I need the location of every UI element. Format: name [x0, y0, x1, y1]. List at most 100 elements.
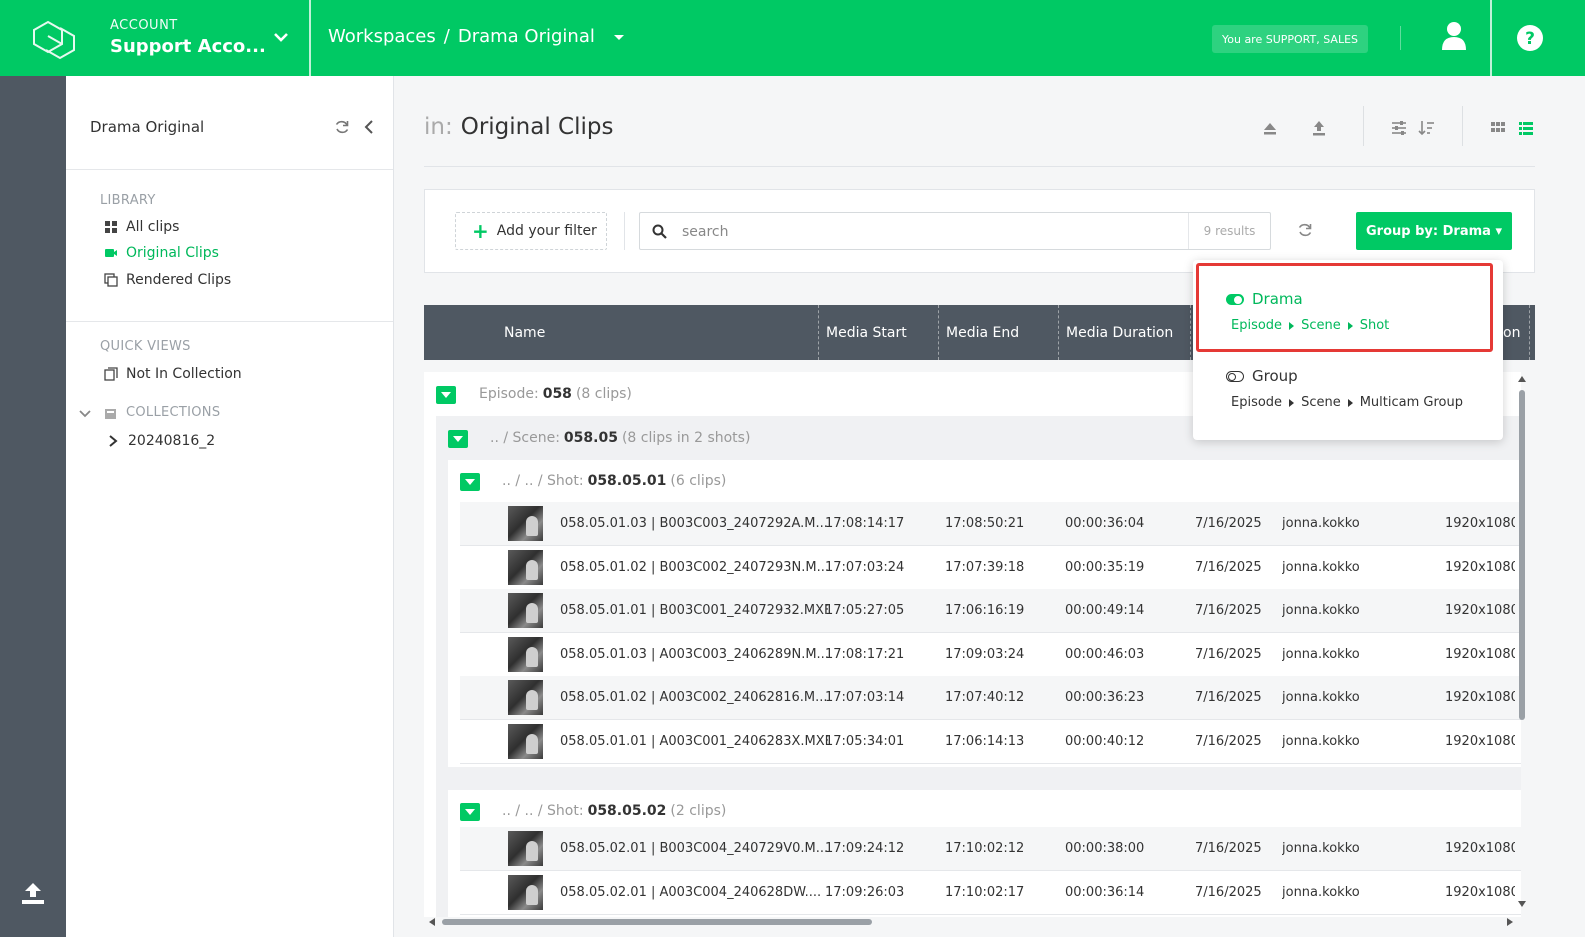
- sort-icon[interactable]: [1418, 119, 1436, 137]
- scene-label: .. / Scene:: [490, 430, 560, 446]
- upload-icon[interactable]: [1310, 119, 1328, 137]
- clip-thumbnail[interactable]: [508, 874, 543, 910]
- scrollbar-thumb[interactable]: [442, 919, 872, 925]
- search-box: 9 results: [639, 212, 1271, 250]
- column-header-media-start[interactable]: Media Start: [818, 305, 938, 360]
- clips-table: Episode: 058 (8 clips) .. / Scene: 058.05 (8…: [424, 372, 1521, 917]
- clip-thumbnail[interactable]: [508, 724, 543, 759]
- scene-toggle[interactable]: [448, 430, 468, 448]
- scroll-down-icon[interactable]: [1518, 900, 1526, 908]
- column-header-media-duration[interactable]: Media Duration: [1058, 305, 1190, 360]
- group-option-group[interactable]: Group Episode Scene Multicam Group: [1193, 352, 1503, 432]
- cell-start: 17:08:17:21: [825, 646, 905, 662]
- shot-count: (6 clips): [670, 473, 727, 489]
- plus-icon: +: [472, 219, 489, 243]
- workspace-title: Drama Original: [90, 118, 205, 136]
- cell-user: jonna.kokko: [1282, 734, 1360, 749]
- column-header-extra[interactable]: [1529, 305, 1537, 360]
- group-by-button[interactable]: Group by: Drama ▾: [1356, 212, 1512, 250]
- shot-toggle[interactable]: [460, 803, 480, 821]
- app-logo-icon[interactable]: [30, 16, 78, 60]
- table-row[interactable]: 058.05.01.02 | A003C002_24062816.M... 17:…: [460, 676, 1521, 721]
- column-header-media-end[interactable]: Media End: [938, 305, 1058, 360]
- clip-thumbnail[interactable]: [508, 831, 543, 866]
- sidebar-item-original-clips[interactable]: Original Clips: [104, 245, 219, 261]
- page-title: in: Original Clips: [424, 114, 613, 140]
- cell-user: jonna.kokko: [1282, 516, 1360, 531]
- path-level: Scene: [1301, 395, 1341, 410]
- upload-icon[interactable]: [20, 880, 46, 906]
- column-header-name[interactable]: Name: [504, 305, 818, 360]
- scrollbar-thumb[interactable]: [1519, 390, 1525, 720]
- search-input[interactable]: [682, 221, 1182, 243]
- cell-res: 1920x1080: [1445, 646, 1515, 662]
- divider: [1400, 26, 1401, 50]
- group-option-drama[interactable]: Drama Episode Scene Shot: [1193, 260, 1503, 350]
- path-level: Episode: [1231, 395, 1283, 410]
- sidebar-item-rendered-clips[interactable]: Rendered Clips: [104, 272, 231, 288]
- breadcrumb-workspaces[interactable]: Workspaces: [328, 26, 436, 47]
- chevron-down-icon[interactable]: [272, 28, 290, 46]
- library-section-label: LIBRARY: [100, 193, 156, 208]
- table-row[interactable]: 058.05.01.01 | B003C001_24072932.MXF 17:0…: [460, 589, 1521, 634]
- shot-toggle[interactable]: [460, 473, 480, 491]
- account-label: ACCOUNT: [110, 18, 178, 33]
- results-count: 9 results: [1188, 213, 1270, 249]
- cell-end: 17:07:39:18: [945, 559, 1025, 575]
- chevron-down-icon[interactable]: [78, 407, 92, 421]
- user-icon[interactable]: [1440, 20, 1468, 52]
- scroll-right-icon[interactable]: [1506, 918, 1514, 926]
- clip-thumbnail[interactable]: [508, 549, 543, 585]
- table-row[interactable]: 058.05.02.01 | A003C004_240628DW.... 17:0…: [460, 871, 1521, 915]
- horizontal-scrollbar[interactable]: [426, 916, 1516, 928]
- vertical-scrollbar[interactable]: [1515, 372, 1529, 917]
- cell-end: 17:10:02:17: [945, 884, 1025, 900]
- table-row[interactable]: 058.05.01.02 | B003C002_2407293N.M... 17:…: [460, 546, 1521, 590]
- table-row[interactable]: 058.05.01.01 | A003C001_2406283X.MXF 17:0…: [460, 720, 1521, 764]
- shot-group-header: .. / .. / Shot: 058.05.02 (2 clips): [502, 803, 726, 819]
- cell-start: 17:07:03:14: [825, 690, 905, 706]
- chevron-right-icon[interactable]: [106, 434, 120, 448]
- grid-view-icon[interactable]: [1489, 119, 1507, 137]
- clip-thumbnail[interactable]: [508, 636, 543, 672]
- help-icon[interactable]: ?: [1516, 24, 1544, 52]
- account-switcher[interactable]: ACCOUNT Support Acco...: [110, 18, 285, 57]
- refresh-icon[interactable]: [1297, 222, 1313, 238]
- cell-start: 17:05:34:01: [825, 734, 905, 749]
- table-row[interactable]: 058.05.02.01 | B003C004_240729V0.M... 17:…: [460, 827, 1521, 871]
- clip-thumbnail[interactable]: [508, 593, 543, 629]
- path-level: Multicam Group: [1359, 395, 1463, 410]
- clip-thumbnail[interactable]: [508, 680, 543, 716]
- scroll-left-icon[interactable]: [428, 918, 436, 926]
- breadcrumb-workspace[interactable]: Drama Original: [458, 26, 595, 47]
- collection-item[interactable]: 20240816_2: [106, 433, 215, 449]
- cell-user: jonna.kokko: [1282, 603, 1360, 619]
- episode-count: (8 clips): [575, 386, 632, 402]
- table-row[interactable]: 058.05.01.03 | B003C003_2407292A.M... 17:…: [460, 502, 1521, 546]
- table-row[interactable]: 058.05.01.03 | A003C003_2406289N.M... 17:…: [460, 633, 1521, 677]
- list-view-icon[interactable]: [1517, 119, 1535, 137]
- collections-section-label: COLLECTIONS: [126, 405, 221, 420]
- eject-icon[interactable]: [1261, 119, 1279, 137]
- scroll-up-icon[interactable]: [1518, 375, 1526, 383]
- episode-toggle[interactable]: [436, 386, 456, 404]
- add-filter-button[interactable]: + Add your filter: [455, 212, 607, 250]
- cell-duration: 00:00:38:00: [1065, 841, 1145, 856]
- cell-user: jonna.kokko: [1282, 559, 1360, 575]
- chevron-left-icon[interactable]: [362, 119, 376, 135]
- left-rail: [0, 76, 66, 937]
- sidebar-item-label: Original Clips: [126, 245, 219, 261]
- caret-down-icon[interactable]: [611, 29, 627, 45]
- sliders-icon[interactable]: [1390, 119, 1408, 137]
- refresh-icon[interactable]: [334, 119, 350, 135]
- shot-value: 058.05.02: [587, 803, 667, 819]
- cell-duration: 00:00:36:23: [1065, 690, 1145, 706]
- sidebar-item-all-clips[interactable]: All clips: [104, 219, 179, 235]
- divider: [1462, 106, 1463, 146]
- clip-thumbnail[interactable]: [508, 506, 543, 541]
- cell-res: 1920x1080: [1445, 516, 1515, 531]
- quick-views-section-label: QUICK VIEWS: [100, 339, 191, 354]
- sidebar-item-not-in-collection[interactable]: Not In Collection: [104, 366, 242, 382]
- caret-right-icon: [1289, 398, 1295, 407]
- page-title-text: Original Clips: [460, 114, 614, 140]
